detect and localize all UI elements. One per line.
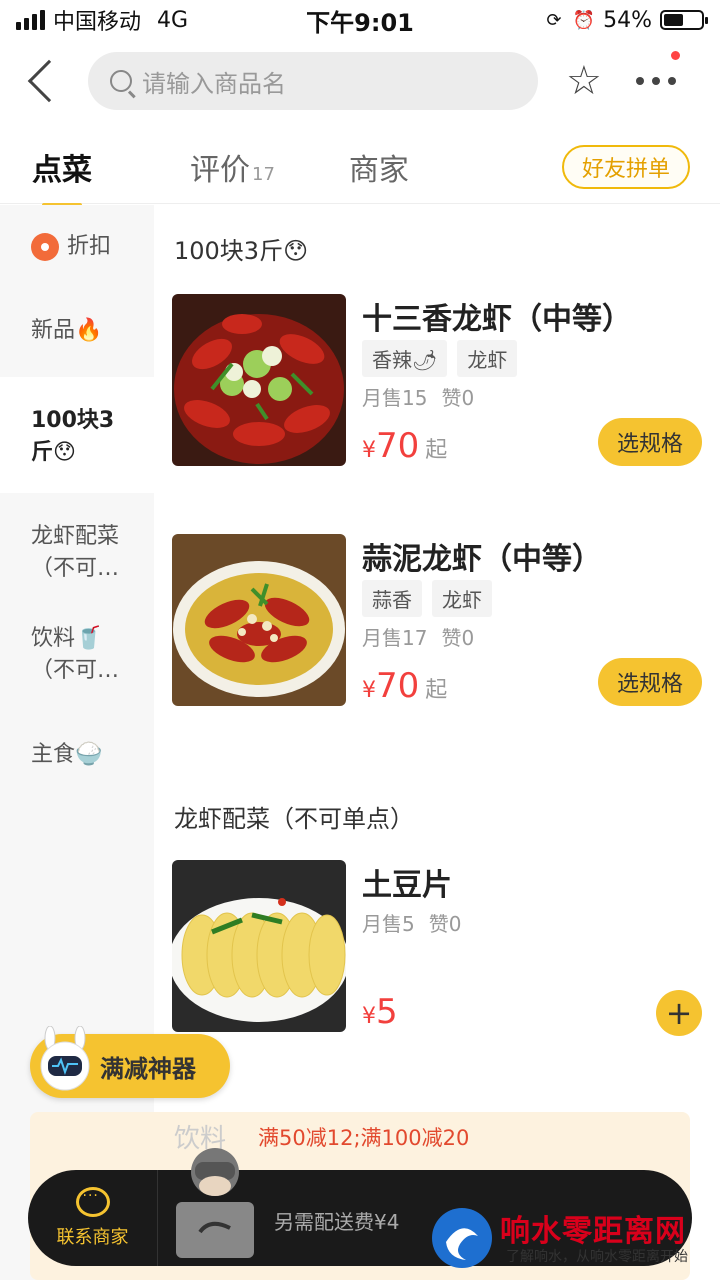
notification-dot — [670, 51, 680, 60]
battery-percent: 54% — [603, 7, 652, 33]
dish-tag: 香辣🌶 — [362, 340, 448, 377]
tab-order[interactable]: 点菜 — [32, 145, 92, 189]
dish-name: 蒜泥龙虾（中等） — [362, 542, 602, 577]
discount-tag-icon — [31, 233, 59, 261]
robot-mascot-icon — [40, 1026, 90, 1091]
search-placeholder: 请输入商品名 — [142, 69, 286, 98]
sidebar-item-staple[interactable]: 主食🍚 — [0, 725, 154, 805]
dish-stats: 月售15 赞0 — [362, 386, 475, 410]
dish-tags: 蒜香 龙虾 — [362, 580, 492, 617]
dish-price: ¥70 起 — [362, 666, 448, 706]
favorite-star-icon[interactable]: ☆ — [566, 61, 602, 101]
add-to-cart-button[interactable]: + — [656, 990, 702, 1036]
network-type: 4G — [157, 7, 189, 33]
battery-icon — [660, 10, 708, 30]
dish-tags: 香辣🌶 龙虾 — [362, 340, 518, 377]
sidebar-item-new[interactable]: 新品🔥 — [0, 291, 154, 377]
delivery-fee: 另需配送费¥4 — [274, 1210, 400, 1234]
promo-float-button[interactable]: 满减神器 — [30, 1026, 230, 1098]
promo-float-label: 满减神器 — [100, 1054, 196, 1083]
sidebar-item-discount[interactable]: 折扣 — [0, 205, 154, 291]
dish-stats: 月售5 赞0 — [362, 912, 462, 936]
search-icon — [110, 70, 132, 92]
dish-image — [172, 294, 346, 466]
sidebar-item-sides[interactable]: 龙虾配菜 （不可… — [0, 493, 154, 609]
dish-card[interactable]: 蒜泥龙虾（中等） 蒜香 龙虾 月售17 赞0 ¥70 起 选规格 — [172, 534, 702, 706]
dish-card[interactable]: 十三香龙虾（中等） 香辣🌶 龙虾 月售15 赞0 ¥70 起 选规格 — [172, 294, 702, 466]
dish-price: ¥5 — [362, 992, 398, 1032]
signal-icon — [16, 10, 45, 30]
dish-card[interactable]: 土豆片 月售5 赞0 ¥5 + — [172, 860, 702, 1036]
tab-reviews[interactable]: 评价 17 — [190, 145, 275, 189]
rotation-lock-icon: ⟳ — [546, 9, 562, 31]
back-icon[interactable] — [27, 59, 71, 103]
dish-name: 土豆片 — [362, 868, 452, 903]
dish-stats: 月售17 赞0 — [362, 626, 475, 650]
sidebar-item-drinks[interactable]: 饮料🥤 （不可… — [0, 609, 154, 725]
section-title: 龙虾配菜（不可单点） — [174, 805, 414, 833]
top-nav: 请输入商品名 ☆ — [0, 50, 720, 112]
tab-bar: 点菜 评价 17 商家 好友拼单 — [0, 130, 720, 204]
discount-text: 满50减12;满100减20 — [258, 1126, 470, 1150]
more-icon[interactable] — [635, 51, 680, 85]
chat-icon — [75, 1187, 110, 1217]
dish-image — [172, 860, 346, 1032]
select-spec-button[interactable]: 选规格 — [598, 418, 702, 466]
dish-image — [172, 534, 346, 706]
sidebar-item-100-for-3[interactable]: 100块3 斤😯 — [0, 377, 154, 493]
carrier: 中国移动 — [53, 10, 142, 35]
select-spec-button[interactable]: 选规格 — [598, 658, 702, 706]
tab-merchant[interactable]: 商家 — [349, 145, 409, 189]
alarm-icon: ⏰ — [572, 9, 596, 31]
watermark-subtitle: 了解响水，从响水零距离开始 — [506, 1249, 688, 1265]
delivery-rider-icon — [176, 1148, 254, 1258]
watermark-title: 响水零距离网 — [500, 1214, 686, 1249]
review-count: 17 — [252, 163, 275, 185]
dish-price: ¥70 起 — [362, 426, 448, 466]
dish-tag: 蒜香 — [362, 580, 422, 617]
dish-tag: 龙虾 — [432, 580, 492, 617]
clock: 下午9:01 — [306, 8, 414, 37]
group-order-button[interactable]: 好友拼单 — [561, 144, 690, 189]
dish-name: 十三香龙虾（中等） — [362, 302, 632, 337]
dish-tag: 龙虾 — [457, 340, 518, 377]
search-input[interactable]: 请输入商品名 — [88, 52, 538, 110]
section-title: 100块3斤😯 — [174, 237, 309, 265]
contact-merchant-button[interactable]: 联系商家 — [28, 1170, 158, 1266]
status-bar: 中国移动 4G 下午9:01 ⟳ ⏰ 54% — [0, 0, 720, 40]
